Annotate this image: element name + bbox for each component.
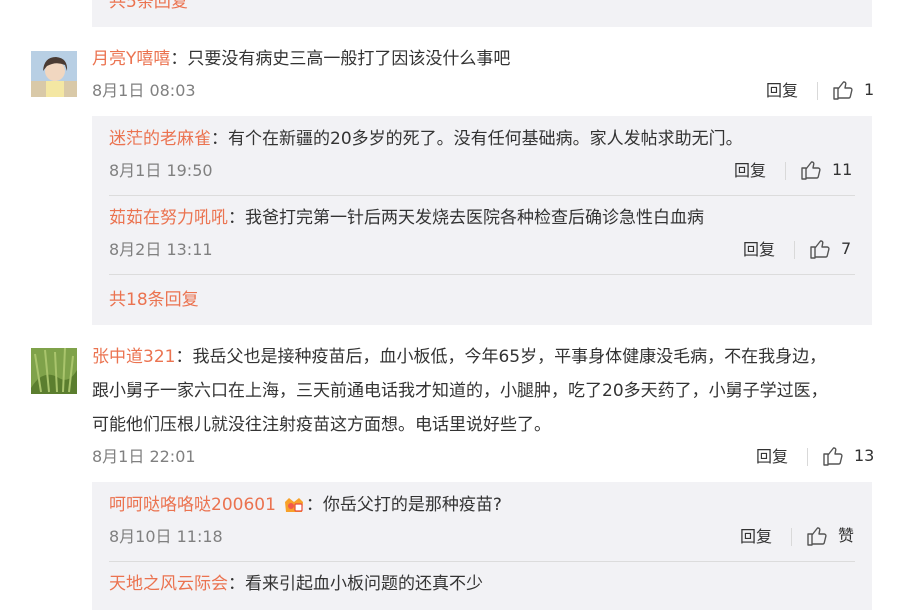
avatar[interactable] [31,51,77,97]
reply-panel-top [92,0,872,27]
divider [817,82,818,100]
like-button[interactable]: 11 [800,159,852,181]
comment-time: 8月1日 08:03 [92,81,196,100]
username-link[interactable]: 茹茹在努力吼吼 [109,208,228,228]
username-link[interactable]: 张中道321 [92,347,175,367]
thumbs-up-icon [833,81,853,100]
colon: ： [175,347,193,367]
like-count: 1 [864,80,875,99]
colon: ： [211,129,228,149]
like-count: 13 [854,446,875,465]
like-button[interactable]: 赞 [806,525,854,547]
reply-time: 8月10日 11:18 [109,527,223,546]
crown-badge-icon [282,495,306,515]
more-replies-link[interactable]: 共18条回复 [109,288,199,312]
reply-divider [109,274,855,275]
reply-button[interactable]: 回复 [740,526,772,548]
more-replies-link[interactable]: 共5条回复 [109,0,188,14]
reply-divider [109,561,855,562]
avatar-image [31,348,77,394]
reply-button[interactable]: 回复 [743,239,775,261]
comment-content: 月亮Y嘻嘻：只要没有病史三高一般打了因该没什么事吧 [92,47,510,71]
reply-text: 你岳父打的是那种疫苗? [322,495,502,515]
divider [785,162,786,180]
reply-text: 看来引起血小板问题的还真不少 [245,574,483,594]
like-label: 赞 [838,526,855,545]
reply-divider [109,195,855,196]
divider [794,241,795,259]
like-button[interactable]: 13 [822,445,874,467]
comment-text-line: 跟小舅子一家六口在上海，三天前通电话我才知道的，小腿肿，吃了20多天药了，小舅子… [92,381,828,401]
like-button[interactable]: 1 [832,79,874,101]
username-link[interactable]: 迷茫的老麻雀 [109,129,211,149]
reply-button[interactable]: 回复 [766,80,798,102]
like-button[interactable]: 7 [809,238,851,260]
avatar[interactable] [31,348,77,394]
reply-content: 天地之风云际会：看来引起血小板问题的还真不少 [109,572,483,596]
thumbs-up-icon [807,527,827,546]
comment-content: 张中道321：我岳父也是接种疫苗后，血小板低，今年65岁，平事身体健康没毛病，不… [92,345,826,369]
divider [791,528,792,546]
thumbs-up-icon [810,240,830,259]
comment-text: 只要没有病史三高一般打了因该没什么事吧 [187,49,511,69]
reply-content: 迷茫的老麻雀：有个在新疆的20多岁的死了。没有任何基础病。家人发帖求助无门。 [109,127,743,151]
like-count: 7 [841,239,852,258]
username-link[interactable]: 天地之风云际会 [109,574,228,594]
username-link[interactable]: 月亮Y嘻嘻 [92,49,170,69]
colon: ： [228,574,245,594]
colon: ： [170,49,188,69]
like-count: 11 [832,160,853,179]
thumbs-up-icon [823,447,843,466]
comment-text-line: 我岳父也是接种疫苗后，血小板低，今年65岁，平事身体健康没毛病，不在我身边， [192,347,827,367]
reply-time: 8月2日 13:11 [109,240,213,259]
comment-time: 8月1日 22:01 [92,447,196,466]
username-link[interactable]: 呵呵哒咯咯哒200601 [109,495,276,515]
reply-text: 我爸打完第一针后两天发烧去医院各种检查后确诊急性白血病 [245,208,704,228]
reply-text: 有个在新疆的20多岁的死了。没有任何基础病。家人发帖求助无门。 [228,129,743,149]
reply-button[interactable]: 回复 [756,446,788,468]
colon: ： [228,208,245,228]
reply-content: 茹茹在努力吼吼：我爸打完第一针后两天发烧去医院各种检查后确诊急性白血病 [109,206,704,230]
reply-button[interactable]: 回复 [734,160,766,182]
thumbs-up-icon [801,161,821,180]
colon: ： [305,495,323,515]
avatar-image [31,51,77,97]
comment-text-line: 可能他们压根儿就没往注射疫苗这方面想。电话里说好些了。 [92,415,551,435]
reply-time: 8月1日 19:50 [109,161,213,180]
divider [807,448,808,466]
reply-content: 呵呵哒咯咯哒200601 ：你岳父打的是那种疫苗? [109,493,502,517]
